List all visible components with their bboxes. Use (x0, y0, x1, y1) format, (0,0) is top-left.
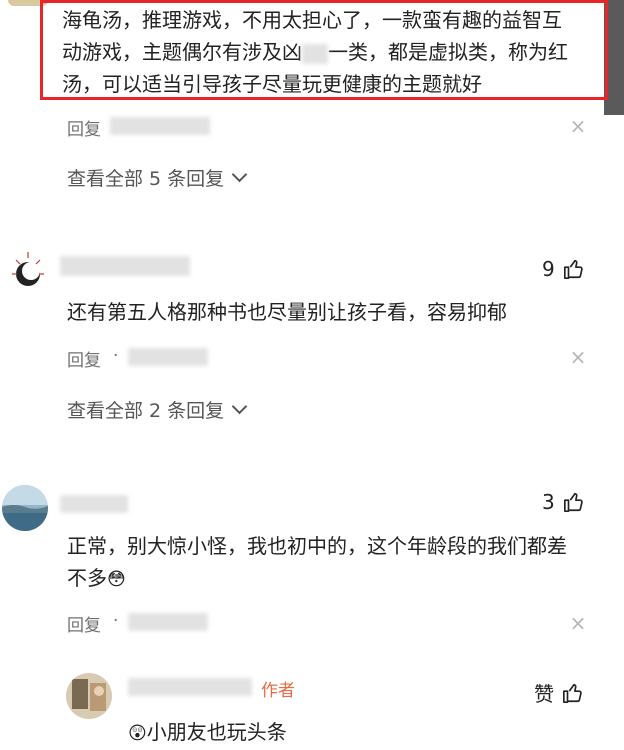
like-button[interactable]: 9 (542, 257, 585, 281)
view-all-label: 查看全部 5 条回复 (67, 168, 225, 190)
avatar[interactable] (66, 673, 112, 719)
author-badge: 作者 (261, 681, 295, 701)
comment-text: 海龟汤，推理游戏，不用太担心了，一款蛮有趣的益智互 动游戏，主题偶尔有涉及凶 一类… (62, 4, 602, 100)
comment-text-part: 动游戏，主题偶尔有涉及凶 (62, 40, 302, 64)
like-button[interactable]: 3 (542, 490, 585, 514)
reply-button[interactable]: 回复 (67, 346, 101, 371)
thumbs-up-icon (563, 259, 583, 279)
thumbs-up-icon (563, 683, 582, 703)
redacted-meta (128, 348, 208, 366)
like-count: 9 (542, 257, 555, 281)
comment-line: 汤，可以适当引导孩子尽量玩更健康的主题就好 (62, 72, 482, 96)
chevron-down-icon (231, 166, 248, 183)
like-label: 赞 (534, 682, 554, 706)
chevron-down-icon (231, 398, 248, 415)
comment-text-part: 一类，都是虚拟类，称为红 (328, 40, 568, 64)
close-icon[interactable]: × (566, 114, 590, 138)
username-redacted (128, 678, 252, 696)
flushed-emoji-icon: 😳 (107, 569, 126, 590)
reply-button[interactable]: 回复 (67, 611, 101, 636)
view-all-replies[interactable]: 查看全部 2 条回复 (67, 396, 248, 423)
redacted-meta (110, 117, 210, 135)
comment-text: 正常，别大惊小怪，我也初中的，这个年龄段的我们都差 不多😳 (67, 530, 607, 596)
comment-line: 正常，别大惊小怪，我也初中的，这个年龄段的我们都差 (67, 534, 567, 558)
thumbs-up-icon (563, 492, 583, 512)
comment-line: 不多😳 (67, 562, 607, 596)
like-button[interactable]: 赞 (534, 678, 584, 707)
close-icon[interactable]: × (566, 345, 590, 369)
comment-text: 还有第五人格那种书也尽量别让孩子看，容易抑郁 (67, 300, 507, 324)
separator-dot: · (113, 346, 119, 366)
username-redacted (60, 256, 190, 276)
avatar[interactable] (2, 485, 48, 531)
view-all-replies[interactable]: 查看全部 5 条回复 (67, 164, 248, 191)
comment-line: 动游戏，主题偶尔有涉及凶 一类，都是虚拟类，称为红 (62, 36, 602, 68)
like-count: 3 (542, 490, 555, 514)
avatar-image (2, 485, 48, 531)
view-all-label: 查看全部 2 条回复 (67, 400, 225, 422)
avatar-image (66, 673, 112, 719)
username-redacted (60, 495, 128, 513)
reply-button[interactable]: 回复 (67, 115, 101, 140)
separator-dot: · (113, 611, 119, 631)
avatar-image (12, 252, 44, 286)
redacted-meta (128, 613, 208, 631)
comment-text-part: 小朋友也玩头条 (146, 720, 287, 744)
redacted-block (302, 43, 328, 64)
comment-line: 海龟汤，推理游戏，不用太担心了，一款蛮有趣的益智互 (62, 8, 562, 32)
comment-text-part: 不多 (67, 566, 107, 590)
close-icon[interactable]: × (566, 611, 590, 635)
surprised-emoji-icon: 😲 (128, 723, 147, 744)
comment-text: 😲小朋友也玩头条 (128, 716, 287, 750)
avatar[interactable] (8, 248, 48, 296)
